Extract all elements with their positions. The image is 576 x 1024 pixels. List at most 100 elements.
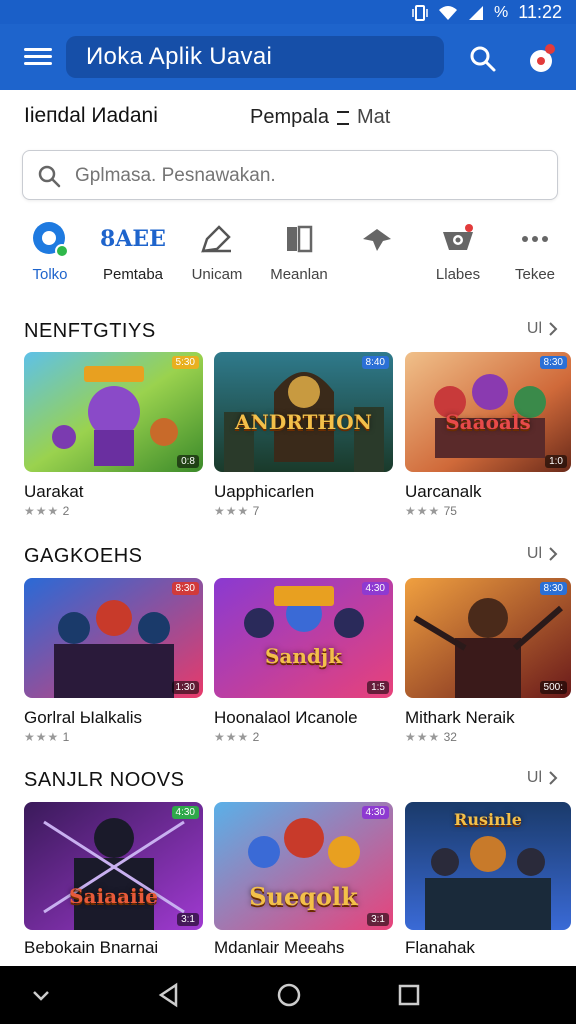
chevron-right-icon xyxy=(549,322,558,336)
see-all-link[interactable]: Ul xyxy=(527,769,558,787)
filter-sort-icon xyxy=(336,110,349,125)
game-card[interactable]: 8:30 500: Mithark Neraik ★★★ 32 xyxy=(405,578,571,744)
see-all-link[interactable]: Ul xyxy=(527,545,558,563)
app-title[interactable]: Иoka Aplik Uavai xyxy=(66,36,444,78)
status-icons: % 11:22 xyxy=(412,2,562,23)
search-icon[interactable] xyxy=(468,44,498,74)
category-item-pemtaba[interactable]: 8AEE Pemtaba xyxy=(85,216,181,283)
game-duration: 500: xyxy=(539,681,567,694)
game-duration: 3:1 xyxy=(177,913,199,926)
category-label: Pemtaba xyxy=(102,266,164,283)
category-item-tekee[interactable]: Tekee xyxy=(487,216,576,283)
game-artwork xyxy=(24,352,203,472)
game-thumbnail[interactable]: Saiaaiie 4:30 3:1 xyxy=(24,802,203,930)
game-badge: 8:40 xyxy=(361,356,389,369)
category-item-tolko[interactable]: Tolko xyxy=(2,216,98,283)
menu-icon-line xyxy=(24,48,52,51)
game-card[interactable]: Sueqolk 4:30 3:1 Mdanlair Meeahs xyxy=(214,802,393,958)
more-icon xyxy=(522,236,548,242)
chevron-right-icon xyxy=(549,771,558,785)
section-title: NENFTGTIYS xyxy=(24,320,156,342)
game-name: Mdanlair Meeahs xyxy=(214,938,345,957)
game-badge: 8:30 xyxy=(539,582,567,595)
rating-value: 2 xyxy=(62,504,70,518)
game-thumbnail[interactable]: Sueqolk 4:30 3:1 xyxy=(214,802,393,930)
filter-secondary-group[interactable]: Pempala Mat xyxy=(250,106,390,129)
game-artwork xyxy=(24,802,203,930)
chevron-down-icon[interactable] xyxy=(28,982,54,1008)
filter-primary[interactable]: Ііепdаl Иadanі xyxy=(24,104,158,128)
game-name: Hoonalaol Иcanole xyxy=(214,708,358,727)
see-all-link[interactable]: Ul xyxy=(527,320,558,338)
home-icon[interactable] xyxy=(276,982,302,1008)
back-icon[interactable] xyxy=(156,982,182,1008)
game-duration: 1:5 xyxy=(367,681,389,694)
recents-icon[interactable] xyxy=(396,982,422,1008)
game-card[interactable]: ANDRTHON 8:40 Uapphicarlen ★★★ 7 xyxy=(214,352,393,518)
category-label: Meanlan xyxy=(270,266,328,283)
game-badge: 4:30 xyxy=(361,806,389,819)
brand-text-icon: 8AEE xyxy=(100,226,166,252)
game-art-title: Rusinle xyxy=(454,810,522,829)
category-label: Tekee xyxy=(514,266,556,283)
game-name: Uarakat xyxy=(24,482,84,501)
search-box[interactable] xyxy=(22,150,558,200)
rating-value: 7 xyxy=(252,504,260,518)
see-all-label: Ul xyxy=(526,545,542,562)
app-bar: Иoka Aplik Uavai xyxy=(0,24,576,90)
filter-tertiary[interactable]: Mat xyxy=(357,106,390,129)
game-thumbnail[interactable]: Rusinle xyxy=(405,802,571,930)
pencil-icon xyxy=(201,225,231,253)
search-icon xyxy=(38,165,61,188)
chevron-right-icon xyxy=(549,547,558,561)
game-thumbnail[interactable]: 8:30 500: xyxy=(405,578,571,698)
game-thumbnail[interactable]: Sandjk 4:30 1:5 xyxy=(214,578,393,698)
game-artwork xyxy=(214,578,393,698)
game-badge: 5:30 xyxy=(171,356,199,369)
see-all-label: Ul xyxy=(526,769,542,786)
star-icon: ★★★ xyxy=(405,504,441,518)
game-card[interactable]: 5:30 0:8 Uarakat ★★★ 2 xyxy=(24,352,203,518)
star-icon: ★★★ xyxy=(405,730,441,744)
game-card[interactable]: Saiaaiie 4:30 3:1 Bebokain Вnarnai xyxy=(24,802,203,958)
game-artwork xyxy=(24,578,203,698)
star-icon: ★★★ xyxy=(24,730,60,744)
category-label: Tolko xyxy=(32,266,68,283)
filter-row: Ііепdаl Иadanі Pempala Mat xyxy=(0,96,576,140)
game-thumbnail[interactable]: 5:30 0:8 xyxy=(24,352,203,472)
game-thumbnail[interactable]: ANDRTHON 8:40 xyxy=(214,352,393,472)
game-rating: ★★★ 75 xyxy=(405,504,571,518)
rating-value: 32 xyxy=(443,730,457,744)
game-art-title: Saiaaiie xyxy=(69,884,158,908)
rating-value: 2 xyxy=(252,730,260,744)
star-icon: ★★★ xyxy=(24,504,60,518)
game-card[interactable]: Sandjk 4:30 1:5 Hoonalaol Иcanole ★★★ 2 xyxy=(214,578,393,744)
game-rating: ★★★ 7 xyxy=(214,504,393,518)
game-card[interactable]: Saaoals 8:30 1:0 Uarcanalk ★★★ 75 xyxy=(405,352,571,518)
filter-secondary[interactable]: Pempala xyxy=(250,106,329,129)
search-input[interactable] xyxy=(73,161,547,191)
section-title: SANJLR NOOVS xyxy=(24,769,185,791)
game-name: Mithark Neraik xyxy=(405,708,515,727)
game-duration: 1:0 xyxy=(545,455,567,468)
profile-icon[interactable] xyxy=(524,42,558,76)
game-artwork xyxy=(405,578,571,698)
game-thumbnail[interactable]: 8:30 1:30 xyxy=(24,578,203,698)
game-name: Gorlral Ыalkalis xyxy=(24,708,143,727)
game-card[interactable]: Rusinle Flanahak xyxy=(405,802,571,958)
game-art-title: Sandjk xyxy=(264,644,343,668)
rating-value: 1 xyxy=(62,730,70,744)
gamepad-icon xyxy=(443,224,473,250)
game-card[interactable]: 8:30 1:30 Gorlral Ыalkalis ★★★ 1 xyxy=(24,578,203,744)
status-time: 11:22 xyxy=(518,2,562,22)
status-bar: % 11:22 xyxy=(0,0,576,24)
battery-percent: % xyxy=(494,3,509,21)
arrow-icon xyxy=(363,229,391,251)
star-icon: ★★★ xyxy=(214,504,250,518)
game-badge: 4:30 xyxy=(361,582,389,595)
menu-button[interactable] xyxy=(24,44,52,68)
game-thumbnail[interactable]: Saaoals 8:30 1:0 xyxy=(405,352,571,472)
category-row: Tolko 8AEE Pemtaba Unicam Meanlan Llabes… xyxy=(0,216,576,296)
system-nav-bar xyxy=(0,966,576,1024)
wifi-icon xyxy=(439,5,458,20)
